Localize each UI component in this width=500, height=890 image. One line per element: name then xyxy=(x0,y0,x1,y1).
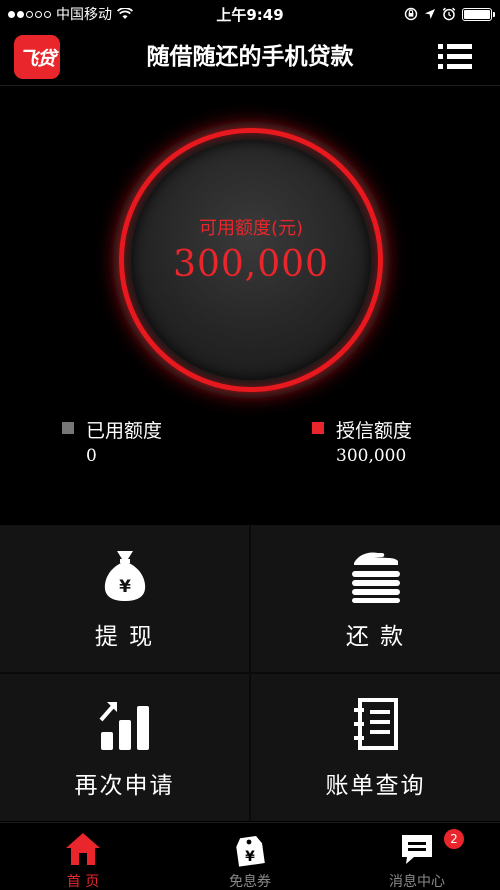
reapply-label: 再次申请 xyxy=(74,773,175,799)
repay-label: 还 款 xyxy=(345,624,406,650)
used-credit-label: 已用额度 xyxy=(86,420,163,442)
tab-messages[interactable]: 2 消息中心 xyxy=(334,823,500,890)
battery-icon xyxy=(462,7,495,21)
message-badge: 2 xyxy=(444,829,464,849)
coupon-tag-icon: ¥ xyxy=(236,836,265,867)
repay-button[interactable]: 还 款 xyxy=(251,525,500,672)
tab-messages-label: 消息中心 xyxy=(389,874,445,890)
ledger-book-icon xyxy=(353,698,398,750)
bottom-tab-bar: 首 页 ¥ 免息券 2 消息中心 xyxy=(0,822,500,890)
bill-inquiry-label: 账单查询 xyxy=(325,773,426,799)
available-credit-value: 300,000 xyxy=(173,244,329,285)
location-arrow-icon xyxy=(425,9,435,19)
withdraw-label: 提 现 xyxy=(94,624,155,650)
home-icon xyxy=(66,833,100,865)
granted-credit-swatch xyxy=(312,422,324,434)
action-grid: ¥ 提 现 还 款 再次申请 账单查询 xyxy=(0,525,500,821)
granted-credit-value: 300,000 xyxy=(336,446,407,466)
tab-home[interactable]: 首 页 xyxy=(0,823,166,890)
status-time: 上午9:49 xyxy=(216,5,284,24)
bill-inquiry-button[interactable]: 账单查询 xyxy=(251,674,500,821)
svg-text:¥: ¥ xyxy=(119,577,131,597)
status-right xyxy=(404,7,495,21)
rotation-lock-icon xyxy=(404,7,418,21)
reapply-button[interactable]: 再次申请 xyxy=(0,674,249,821)
tab-coupons[interactable]: ¥ 免息券 xyxy=(167,823,333,890)
message-icon xyxy=(402,835,432,864)
page-title: 随借随还的手机贷款 xyxy=(146,44,354,70)
tab-coupons-label: 免息券 xyxy=(229,874,271,890)
used-credit-value: 0 xyxy=(86,446,97,466)
withdraw-button[interactable]: ¥ 提 现 xyxy=(0,525,249,672)
granted-credit-label: 授信额度 xyxy=(336,420,413,442)
carrier-name: 中国移动 xyxy=(56,7,112,23)
app-logo: 飞贷 xyxy=(14,35,60,79)
alarm-icon xyxy=(442,7,456,21)
bar-chart-up-icon xyxy=(98,702,149,750)
app-header: 飞贷 随借随还的手机贷款 xyxy=(0,28,500,86)
signal-strength-icon xyxy=(8,10,51,18)
list-menu-icon[interactable] xyxy=(438,44,472,70)
wifi-icon xyxy=(117,8,133,19)
money-bag-icon: ¥ xyxy=(104,551,145,601)
status-bar: 中国移动 上午9:49 xyxy=(0,0,500,28)
svg-text:¥: ¥ xyxy=(245,849,255,865)
available-credit-label: 可用额度(元) xyxy=(198,218,304,239)
credit-circle: 可用额度(元) 300,000 xyxy=(113,122,389,398)
used-credit-swatch xyxy=(62,422,74,434)
tab-home-label: 首 页 xyxy=(66,874,100,890)
status-left: 中国移动 xyxy=(8,4,133,24)
repay-coins-icon xyxy=(351,552,400,603)
logo-text: 飞贷 xyxy=(18,47,56,70)
